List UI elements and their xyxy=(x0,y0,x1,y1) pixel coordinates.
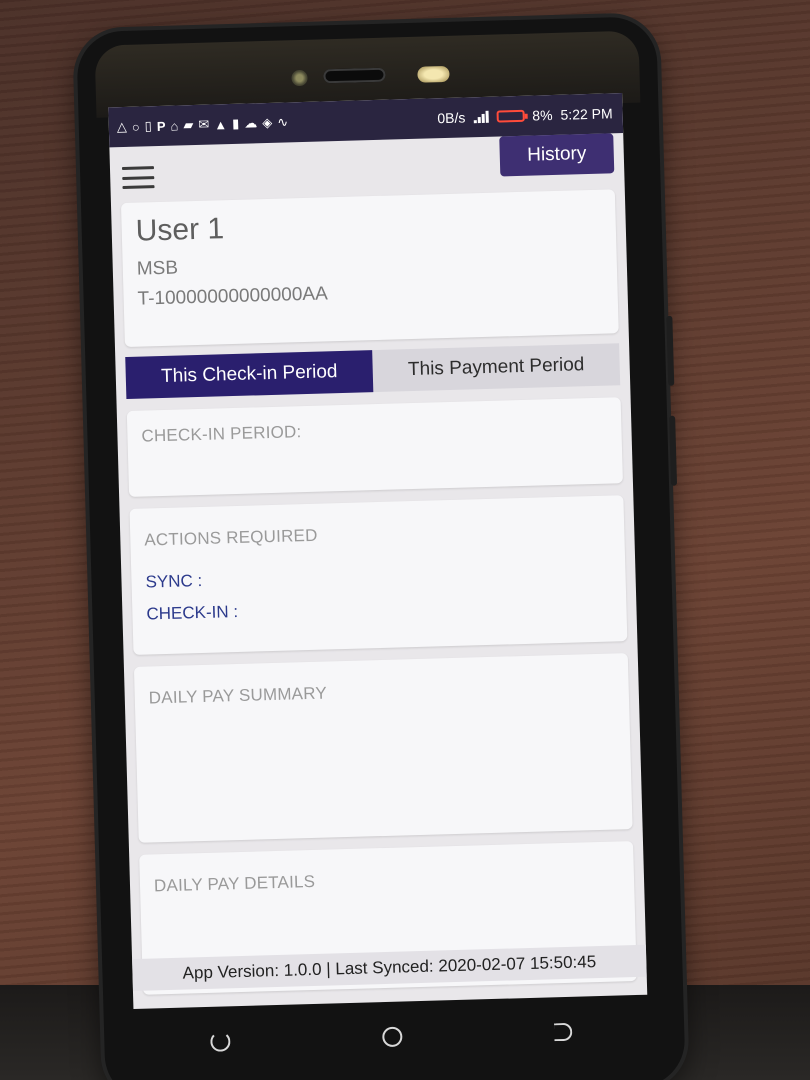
user-card: User 1 MSB T-10000000000000AA xyxy=(120,189,619,348)
proximity-sensor xyxy=(417,65,450,83)
signal-icon xyxy=(473,110,489,124)
circle-icon: ○ xyxy=(131,119,140,135)
photo-icon: ▰ xyxy=(183,117,194,133)
data-rate: 0B/s xyxy=(437,109,466,127)
earpiece-speaker xyxy=(323,67,386,84)
shield-icon: ◈ xyxy=(262,114,273,131)
home-icon[interactable] xyxy=(382,1026,403,1048)
shirt-icon: ⌂ xyxy=(170,117,179,134)
daily-pay-summary-title: DAILY PAY SUMMARY xyxy=(148,683,328,708)
front-camera-icon xyxy=(291,69,308,87)
check-in-period-card: CHECK-IN PERIOD: xyxy=(126,397,623,497)
sync-label: SYNC : xyxy=(145,570,203,592)
daily-pay-details-title: DAILY PAY DETAILS xyxy=(153,871,316,896)
check-in-label: CHECK-IN : xyxy=(146,601,239,624)
phone-icon: ▮ xyxy=(231,115,240,131)
notification-icons: △ ○ ▯ P ⌂ ▰ ✉ ▲ ▮ ☁ ◈ ∿ xyxy=(117,114,289,135)
check-in-period-title: CHECK-IN PERIOD: xyxy=(141,422,302,446)
warning-icon: △ xyxy=(116,118,128,135)
actions-required-title: ACTIONS REQUIRED xyxy=(144,525,318,550)
user-name: User 1 xyxy=(135,212,225,248)
alert-icon: ▲ xyxy=(214,116,228,132)
period-tabs: This Check-in Period This Payment Period xyxy=(125,343,621,400)
actions-required-card: ACTIONS REQUIRED SYNC : CHECK-IN : xyxy=(129,495,628,655)
mail-icon: ✉ xyxy=(198,116,210,132)
hamburger-menu-icon[interactable] xyxy=(121,166,155,190)
cloud-icon: ☁ xyxy=(244,115,258,131)
tab-check-in-period[interactable]: This Check-in Period xyxy=(125,350,374,400)
p-icon: P xyxy=(156,118,166,134)
clock: 5:22 PM xyxy=(560,105,613,123)
user-organization: MSB xyxy=(136,257,179,280)
battery-saver-icon: ▯ xyxy=(144,118,153,134)
daily-pay-summary-card: DAILY PAY SUMMARY xyxy=(133,653,633,843)
history-button[interactable]: History xyxy=(499,133,615,177)
phone-device: △ ○ ▯ P ⌂ ▰ ✉ ▲ ▮ ☁ ◈ ∿ 0B/s 8% 5:22 PM … xyxy=(76,16,686,1080)
status-right-group: 0B/s 8% 5:22 PM xyxy=(437,105,613,126)
user-id: T-10000000000000AA xyxy=(137,283,329,310)
app-screen: △ ○ ▯ P ⌂ ▰ ✉ ▲ ▮ ☁ ◈ ∿ 0B/s 8% 5:22 PM … xyxy=(108,93,648,1010)
android-nav-bar xyxy=(133,995,649,1079)
tab-payment-period[interactable]: This Payment Period xyxy=(372,343,620,392)
battery-icon xyxy=(496,109,525,123)
battery-percent: 8% xyxy=(532,106,553,124)
recent-apps-icon[interactable] xyxy=(210,1031,231,1052)
back-icon[interactable] xyxy=(554,1022,573,1042)
pulse-icon: ∿ xyxy=(277,114,289,130)
